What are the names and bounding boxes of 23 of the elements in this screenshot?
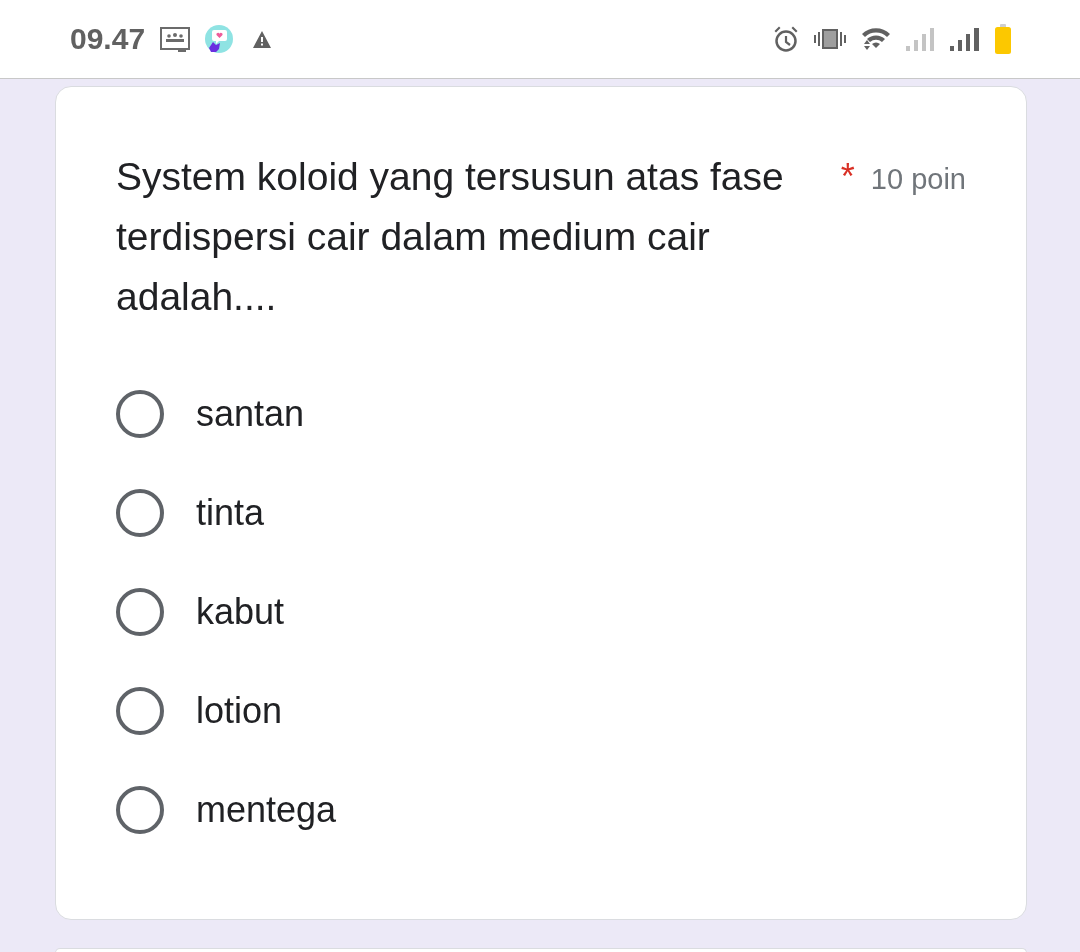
- signal-icon: [950, 27, 979, 51]
- option-label: mentega: [196, 787, 337, 832]
- wifi-icon: [862, 27, 890, 51]
- option-label: tinta: [196, 490, 265, 535]
- option-label: kabut: [196, 589, 285, 634]
- points-label: 10 poin: [870, 162, 966, 197]
- option-label: lotion: [196, 688, 283, 733]
- radio-button[interactable]: [116, 785, 164, 834]
- signal-icon: [906, 27, 934, 51]
- status-time: 09.47: [70, 21, 146, 57]
- radio-button[interactable]: [116, 587, 164, 636]
- question-text: System koloid yang tersusun atas fase terdispersi cair dalam medium cair adalah....: [116, 154, 785, 320]
- radio-button[interactable]: [116, 488, 164, 537]
- classroom-icon: [160, 26, 191, 52]
- radio-button[interactable]: [116, 389, 164, 438]
- option-label: santan: [196, 391, 305, 436]
- alarm-clock-icon: [774, 25, 798, 53]
- heart-bubble-icon: [205, 25, 234, 53]
- radio-button[interactable]: [116, 686, 164, 735]
- battery-icon: [995, 24, 1011, 54]
- required-asterisk: *: [840, 155, 855, 199]
- warning-icon: [253, 30, 272, 48]
- vibrate-icon: [814, 29, 846, 49]
